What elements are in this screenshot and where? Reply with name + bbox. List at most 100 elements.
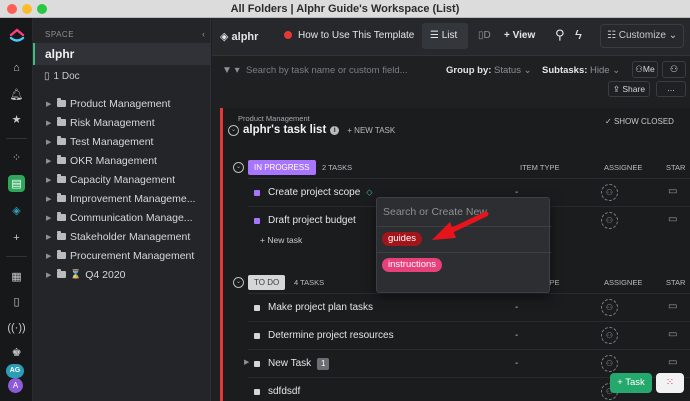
subtask-count-badge[interactable]: 1	[317, 358, 330, 370]
bell-icon[interactable]: 🔔︎	[8, 86, 25, 103]
list-breadcrumb[interactable]: Product Management	[238, 114, 310, 123]
item-type-cell[interactable]: -	[515, 358, 518, 369]
sidebar-folder[interactable]: ▶ Improvement Manageme...	[33, 189, 211, 208]
task-name[interactable]: Determine project resources	[268, 330, 394, 341]
table-row[interactable]: Make project plan tasks - ⚇ ▭	[248, 293, 690, 321]
task-name[interactable]: Create project scope ⬦	[268, 187, 373, 198]
sidebar-folder[interactable]: ▶ Test Management	[33, 132, 211, 151]
calendar-icon[interactable]: ▭	[668, 329, 677, 340]
chevron-right-icon[interactable]: ▶	[46, 252, 54, 260]
assignee-placeholder-icon[interactable]: ⚇	[601, 212, 618, 229]
add-view-button[interactable]: + View	[504, 30, 535, 41]
chevron-right-icon[interactable]: ▶	[46, 214, 54, 222]
filter-icon[interactable]: ▼ ▾	[222, 65, 240, 76]
avatar[interactable]: AG	[6, 364, 24, 378]
add-space-icon[interactable]: +	[8, 229, 25, 246]
chevron-right-icon[interactable]: ▶	[46, 119, 54, 127]
layers-icon[interactable]: ◈	[8, 202, 25, 219]
task-name[interactable]: New Task 1	[268, 358, 330, 370]
status-square-icon[interactable]	[254, 190, 260, 196]
column-header-start[interactable]: STAR	[666, 163, 685, 172]
calendar-icon[interactable]: ▭	[668, 186, 677, 197]
task-name[interactable]: Draft project budget	[268, 215, 356, 226]
status-badge[interactable]: IN PROGRESS	[248, 160, 316, 175]
status-square-icon[interactable]	[254, 333, 260, 339]
sidebar-folder[interactable]: ▶ Stakeholder Management	[33, 227, 211, 246]
page-title[interactable]: alphr's task list	[243, 124, 326, 136]
show-closed-toggle[interactable]: ✓ SHOW CLOSED	[605, 117, 674, 126]
chevron-right-icon[interactable]: ▶	[244, 358, 249, 366]
sidebar-docs-item[interactable]: ▯ 1 Doc	[44, 71, 80, 82]
chevron-right-icon[interactable]: ▶	[46, 271, 54, 279]
tab-how-to-use[interactable]: How to Use This Template	[284, 30, 414, 41]
sidebar-folder[interactable]: ▶ Product Management	[33, 94, 211, 113]
spaces-grid-icon[interactable]: ⁘	[8, 149, 25, 166]
column-header-assignee[interactable]: ASSIGNEE	[604, 163, 642, 172]
docs-icon[interactable]: ▯	[8, 293, 25, 310]
home-icon[interactable]: ⌂	[8, 59, 25, 76]
sidebar-folder[interactable]: ▶ Communication Manage...	[33, 208, 211, 227]
goals-icon[interactable]: ♚	[8, 344, 25, 361]
broadcast-icon[interactable]: ((·))	[7, 319, 25, 336]
assignees-filter-icon[interactable]: ⚇	[662, 61, 686, 78]
share-button[interactable]: ⇪ Share	[608, 81, 650, 97]
avatar[interactable]: A	[8, 378, 23, 393]
sidebar-folder[interactable]: ▶ Procurement Management	[33, 246, 211, 265]
assignee-placeholder-icon[interactable]: ⚇	[601, 184, 618, 201]
column-header-start[interactable]: STAR	[666, 278, 685, 287]
status-square-icon[interactable]	[254, 389, 260, 395]
chevron-right-icon[interactable]: ▶	[46, 100, 54, 108]
more-options-button[interactable]: ...	[656, 81, 686, 97]
status-square-icon[interactable]	[254, 218, 260, 224]
collapse-sidebar-icon[interactable]: ‹	[202, 29, 205, 39]
tab-partial[interactable]: ▯D	[478, 30, 491, 41]
status-badge[interactable]: TO DO	[248, 275, 286, 290]
group-by-control[interactable]: Group by: Status ⌄	[446, 65, 532, 76]
task-search-input[interactable]: Search by task name or custom field...	[246, 65, 408, 76]
item-type-cell[interactable]: -	[515, 330, 518, 341]
sidebar-folder[interactable]: ▶ Risk Management	[33, 113, 211, 132]
star-icon[interactable]: ★	[8, 111, 25, 128]
new-task-button[interactable]: + NEW TASK	[347, 126, 395, 135]
me-filter-button[interactable]: ⚇Me	[632, 61, 658, 78]
subtasks-control[interactable]: Subtasks: Hide ⌄	[542, 65, 620, 76]
apps-grid-icon[interactable]: ⁙	[656, 373, 684, 393]
calendar-icon[interactable]: ▭	[668, 214, 677, 225]
collapse-group-icon[interactable]: ⌄	[233, 162, 244, 173]
sidebar-folder[interactable]: ▶ OKR Management	[33, 151, 211, 170]
task-name[interactable]: sdfdsdf	[268, 386, 300, 397]
assignee-placeholder-icon[interactable]: ⚇	[601, 327, 618, 344]
column-header-assignee[interactable]: ASSIGNEE	[604, 278, 642, 287]
assignee-placeholder-icon[interactable]: ⚇	[601, 355, 618, 372]
sidebar-folder[interactable]: ▶ ⌛ Q4 2020	[33, 265, 211, 284]
chevron-right-icon[interactable]: ▶	[46, 233, 54, 241]
automation-bolt-icon[interactable]: ϟ	[575, 27, 582, 42]
search-icon[interactable]: ⚲	[555, 27, 565, 43]
status-square-icon[interactable]	[254, 305, 260, 311]
tag-option-instructions[interactable]: instructions	[382, 258, 443, 272]
customize-button[interactable]: ☷ Customize ⌄	[600, 24, 684, 48]
space-breadcrumb[interactable]: ◈ alphr	[220, 30, 258, 43]
calendar-icon[interactable]: ▭	[668, 301, 677, 312]
dashboard-icon[interactable]: ▦	[8, 268, 25, 285]
clickup-logo-icon[interactable]	[7, 23, 27, 43]
space-alphr-icon[interactable]: ▤	[8, 175, 25, 192]
new-task-link[interactable]: + New task	[260, 235, 302, 245]
add-task-fab-button[interactable]: + Task	[610, 373, 652, 393]
chevron-right-icon[interactable]: ▶	[46, 176, 54, 184]
assignee-placeholder-icon[interactable]: ⚇	[601, 299, 618, 316]
tag-option-guides[interactable]: guides	[382, 232, 422, 246]
collapse-group-icon[interactable]: ⌄	[233, 277, 244, 288]
sidebar-folder[interactable]: ▶ Capacity Management	[33, 170, 211, 189]
item-type-cell[interactable]: -	[515, 302, 518, 313]
chevron-right-icon[interactable]: ▶	[46, 157, 54, 165]
tab-list[interactable]: ☰ List	[430, 30, 457, 41]
info-icon[interactable]: i	[330, 125, 340, 135]
calendar-icon[interactable]: ▭	[668, 357, 677, 368]
task-name[interactable]: Make project plan tasks	[268, 302, 373, 313]
table-row[interactable]: Determine project resources - ⚇ ▭	[248, 321, 690, 349]
chevron-right-icon[interactable]: ▶	[46, 195, 54, 203]
collapse-toggle-icon[interactable]: ⌄	[228, 124, 239, 136]
status-square-icon[interactable]	[254, 361, 260, 367]
column-header-item-type[interactable]: ITEM TYPE	[520, 163, 559, 172]
